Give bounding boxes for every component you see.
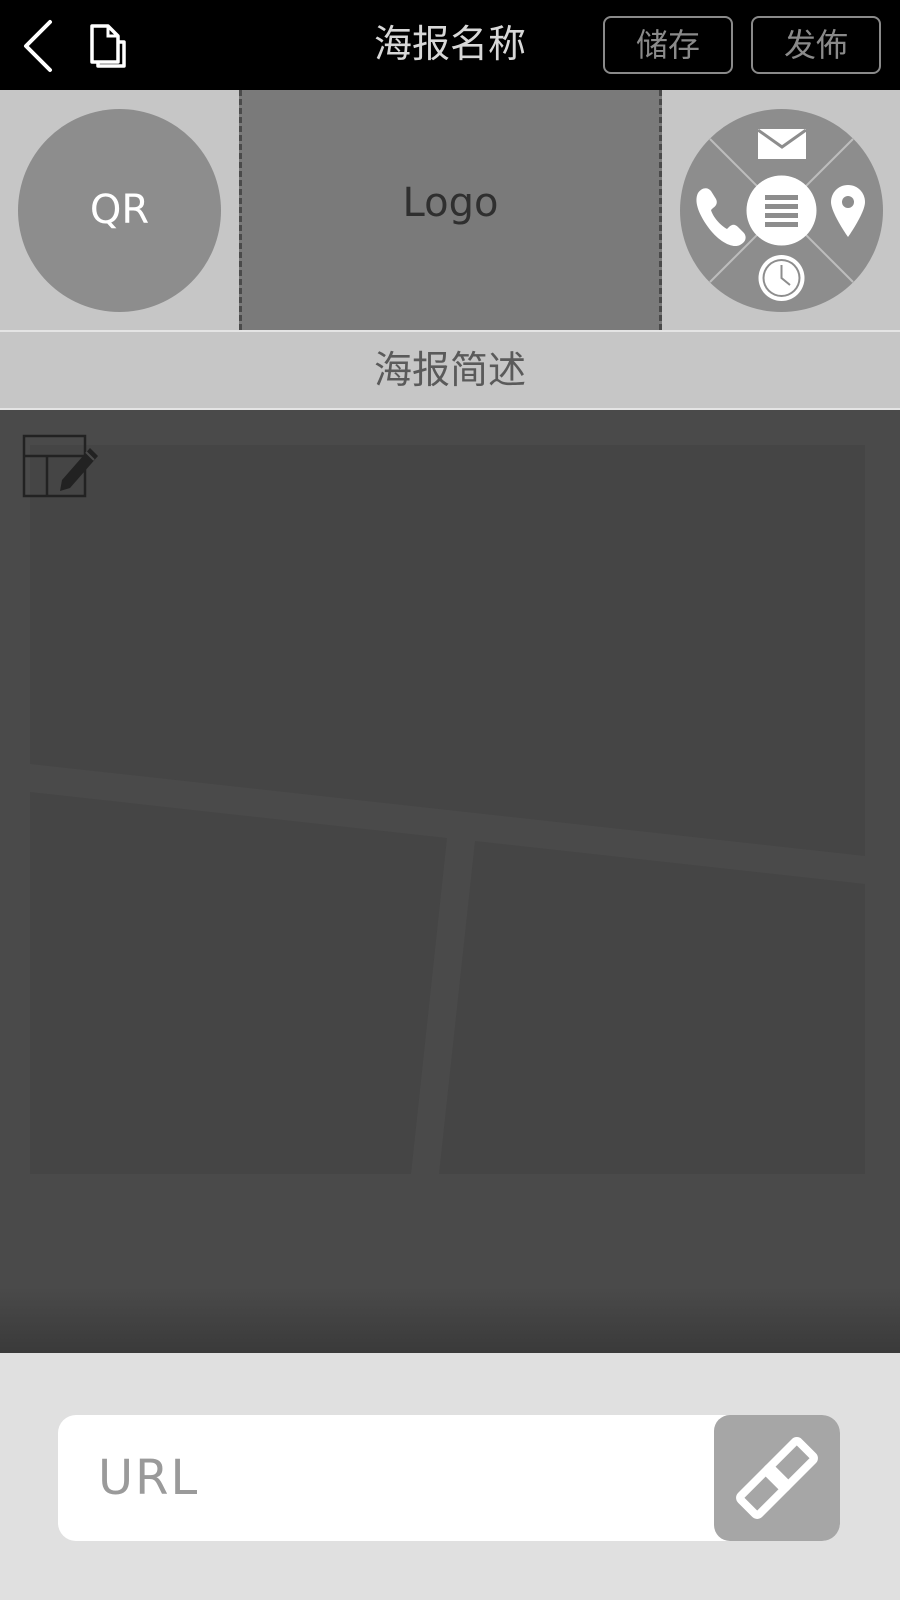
bottom-panel xyxy=(0,1353,900,1600)
edit-layout-button[interactable] xyxy=(22,434,102,504)
logo-placeholder[interactable]: Logo xyxy=(239,90,662,330)
clock-icon[interactable] xyxy=(758,255,805,301)
image-panel-bottom-left[interactable] xyxy=(30,792,447,1174)
mail-icon[interactable] xyxy=(757,128,807,159)
document-button[interactable] xyxy=(86,22,126,70)
link-icon xyxy=(736,1437,818,1519)
poster-header-band: QR Logo xyxy=(0,90,900,330)
poster-description[interactable]: 海报简述 xyxy=(0,330,900,410)
contact-wheel[interactable] xyxy=(680,109,883,312)
qr-code-placeholder[interactable]: QR xyxy=(18,109,221,312)
publish-button[interactable]: 发佈 xyxy=(751,16,881,74)
menu-icon[interactable] xyxy=(746,175,817,246)
url-input[interactable] xyxy=(58,1415,714,1541)
link-button[interactable] xyxy=(714,1415,840,1541)
image-panel-top[interactable] xyxy=(30,445,865,856)
save-button[interactable]: 储存 xyxy=(603,16,733,74)
image-panel-bottom-right[interactable] xyxy=(439,841,865,1174)
url-field xyxy=(58,1415,840,1541)
poster-image-area xyxy=(0,410,900,1353)
chevron-left-icon xyxy=(24,20,52,72)
layout-edit-icon xyxy=(22,434,98,498)
document-copy-icon xyxy=(90,24,126,68)
poster-title: 海报名称 xyxy=(373,22,526,66)
back-button[interactable] xyxy=(20,18,60,74)
top-bar: 海报名称 储存 发佈 xyxy=(0,0,900,90)
